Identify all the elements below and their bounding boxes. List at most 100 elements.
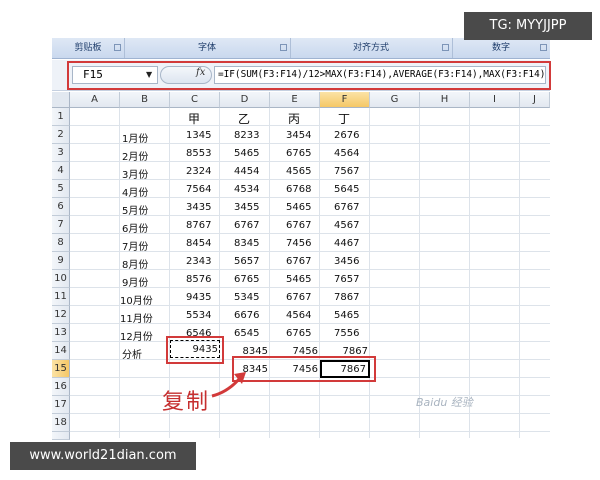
cell-value[interactable]: 3454 xyxy=(286,130,311,141)
row-header[interactable]: 14 xyxy=(52,342,70,360)
cell-value[interactable]: 6676 xyxy=(234,310,259,321)
row-header[interactable]: 10 xyxy=(52,270,70,288)
select-all-corner[interactable] xyxy=(52,92,70,108)
cell-header-jia[interactable]: 甲 xyxy=(188,110,200,127)
column-header-i[interactable]: I xyxy=(470,92,520,108)
cell-value[interactable]: 8553 xyxy=(186,148,211,159)
row-header[interactable]: 9 xyxy=(52,252,70,270)
cell-value[interactable]: 8233 xyxy=(234,130,259,141)
cell-value[interactable]: 8345 xyxy=(234,238,259,249)
column-header-h[interactable]: H xyxy=(420,92,470,108)
dialog-launcher-icon[interactable] xyxy=(442,44,449,51)
cell-value[interactable]: 7657 xyxy=(334,274,359,285)
cell-value[interactable]: 6767 xyxy=(334,202,359,213)
cell-value[interactable]: 5534 xyxy=(186,310,211,321)
cell-month[interactable]: 5月份 xyxy=(122,202,148,217)
cell-value[interactable]: 6767 xyxy=(286,292,311,303)
cell-value[interactable]: 5465 xyxy=(286,202,311,213)
column-header-g[interactable]: G xyxy=(370,92,420,108)
row-header[interactable]: 16 xyxy=(52,378,70,396)
cell-value[interactable]: 7567 xyxy=(334,166,359,177)
cell-value[interactable]: 8767 xyxy=(186,220,211,231)
column-header-a[interactable]: A xyxy=(70,92,120,108)
dialog-launcher-icon[interactable] xyxy=(280,44,287,51)
cell-value[interactable]: 6765 xyxy=(286,328,311,339)
cell-value[interactable]: 5465 xyxy=(234,148,259,159)
cell-value[interactable]: 5657 xyxy=(234,256,259,267)
cell-value[interactable]: 4467 xyxy=(334,238,359,249)
cell-value[interactable]: 4567 xyxy=(334,220,359,231)
cell-header-bing[interactable]: 丙 xyxy=(288,110,300,127)
column-header-f[interactable]: F xyxy=(320,92,370,108)
cell-value[interactable]: 5345 xyxy=(234,292,259,303)
row-header[interactable]: 6 xyxy=(52,198,70,216)
cell-month[interactable]: 7月份 xyxy=(122,238,148,253)
ribbon-group-font[interactable]: 字体 xyxy=(124,38,291,58)
row-header[interactable]: 18 xyxy=(52,414,70,432)
cell-month[interactable]: 2月份 xyxy=(122,148,148,163)
cell-value[interactable]: 6765 xyxy=(286,148,311,159)
row-header[interactable] xyxy=(52,432,70,440)
cell-value[interactable]: 4564 xyxy=(334,148,359,159)
cell-month[interactable]: 6月份 xyxy=(122,220,148,235)
column-header-c[interactable]: C xyxy=(170,92,220,108)
column-header-b[interactable]: B xyxy=(120,92,170,108)
cell-header-yi[interactable]: 乙 xyxy=(238,110,250,127)
cell-value[interactable]: 2343 xyxy=(186,256,211,267)
cell-month[interactable]: 12月份 xyxy=(120,328,153,343)
row-header-selected[interactable]: 15 xyxy=(52,360,70,378)
cell-value[interactable]: 6765 xyxy=(234,274,259,285)
row-header[interactable]: 8 xyxy=(52,234,70,252)
cell-header-ding[interactable]: 丁 xyxy=(338,110,350,127)
cell-month[interactable]: 8月份 xyxy=(122,256,148,271)
cell-value[interactable]: 4565 xyxy=(286,166,311,177)
cell-value[interactable]: 2324 xyxy=(186,166,211,177)
cell-value[interactable]: 7564 xyxy=(186,184,211,195)
cell-month[interactable]: 4月份 xyxy=(122,184,148,199)
cell-value[interactable]: 6768 xyxy=(286,184,311,195)
cell-value[interactable]: 8576 xyxy=(186,274,211,285)
ribbon-group-alignment[interactable]: 对齐方式 xyxy=(290,38,453,58)
cell-month[interactable]: 10月份 xyxy=(120,292,153,307)
cell-value[interactable]: 4454 xyxy=(234,166,259,177)
cell-value[interactable]: 7556 xyxy=(334,328,359,339)
cell-value[interactable]: 6767 xyxy=(286,256,311,267)
column-header-e[interactable]: E xyxy=(270,92,320,108)
cell-value[interactable]: 4534 xyxy=(234,184,259,195)
ribbon-group-clipboard[interactable]: 剪贴板 xyxy=(52,38,125,58)
dialog-launcher-icon[interactable] xyxy=(540,44,547,51)
cell-value[interactable]: 6767 xyxy=(234,220,259,231)
cell-value[interactable]: 5465 xyxy=(334,310,359,321)
cell-value[interactable]: 7456 xyxy=(286,238,311,249)
cell-value[interactable]: 3455 xyxy=(234,202,259,213)
cell-value[interactable]: 7867 xyxy=(334,292,359,303)
cell-value[interactable]: 8454 xyxy=(186,238,211,249)
dialog-launcher-icon[interactable] xyxy=(114,44,121,51)
cell-value[interactable]: 6767 xyxy=(286,220,311,231)
row-header[interactable]: 3 xyxy=(52,144,70,162)
cell-month[interactable]: 3月份 xyxy=(122,166,148,181)
cell-value[interactable]: 5645 xyxy=(334,184,359,195)
cell-value[interactable]: 1345 xyxy=(186,130,211,141)
cell-value[interactable]: 9435 xyxy=(186,292,211,303)
cell-analysis-label[interactable]: 分析 xyxy=(122,346,142,361)
column-header-j[interactable]: J xyxy=(520,92,550,108)
cell-value[interactable]: 6545 xyxy=(234,328,259,339)
row-header[interactable]: 12 xyxy=(52,306,70,324)
cell-value[interactable]: 5465 xyxy=(286,274,311,285)
cell-month[interactable]: 1月份 xyxy=(122,130,148,145)
row-header[interactable]: 11 xyxy=(52,288,70,306)
cell-month[interactable]: 11月份 xyxy=(120,310,153,325)
cell-value[interactable]: 3456 xyxy=(334,256,359,267)
row-header[interactable]: 4 xyxy=(52,162,70,180)
row-header[interactable]: 17 xyxy=(52,396,70,414)
ribbon-group-number[interactable]: 数字 xyxy=(452,38,550,58)
row-header[interactable]: 2 xyxy=(52,126,70,144)
column-header-d[interactable]: D xyxy=(220,92,270,108)
row-header[interactable]: 13 xyxy=(52,324,70,342)
cell-value[interactable]: 4564 xyxy=(286,310,311,321)
row-header[interactable]: 7 xyxy=(52,216,70,234)
cell-value[interactable]: 3435 xyxy=(186,202,211,213)
row-header[interactable]: 1 xyxy=(52,108,70,126)
cell-value[interactable]: 2676 xyxy=(334,130,359,141)
